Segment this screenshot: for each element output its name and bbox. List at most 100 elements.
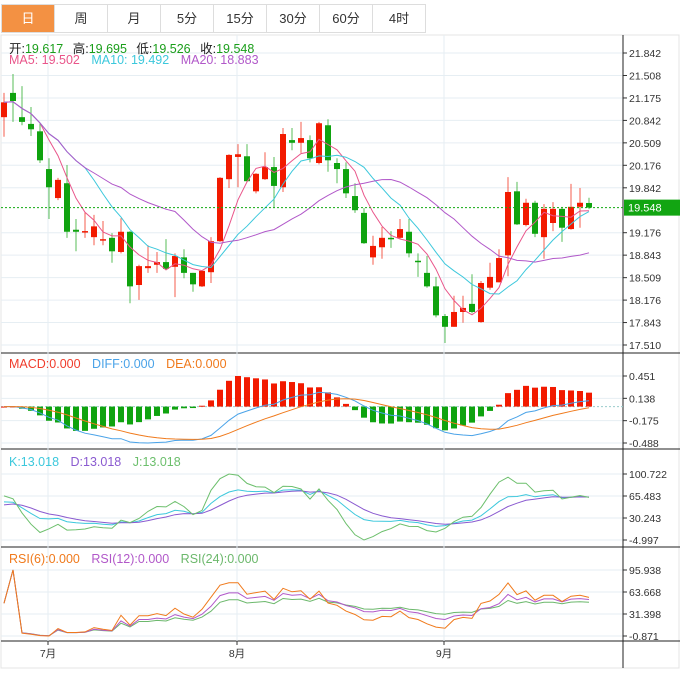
axis-tick-label: 17.510 <box>629 340 661 352</box>
macd-bar-positive <box>523 385 529 407</box>
candle-down <box>559 208 565 228</box>
candle-down <box>28 123 34 130</box>
macd-bar-negative <box>460 406 466 426</box>
candle-up <box>505 191 511 256</box>
axis-tick-label: 20.842 <box>629 115 661 127</box>
candle-down <box>469 303 475 312</box>
candle-up <box>298 138 304 143</box>
candle-up <box>262 167 268 180</box>
macd-bar-negative <box>469 406 475 423</box>
candle-down <box>37 131 43 161</box>
macd-bar-negative <box>478 406 484 417</box>
candle-up <box>91 226 97 238</box>
macd-bar-negative <box>487 406 493 411</box>
axis-tick-label: 20.509 <box>629 138 661 150</box>
candle-down <box>388 237 394 240</box>
axis-tick-label: 19.176 <box>629 228 661 240</box>
candle-up <box>451 311 457 327</box>
macd-bar-negative <box>361 406 367 418</box>
candle-up <box>235 154 241 157</box>
candle-up <box>226 154 232 180</box>
candle-up <box>397 229 403 238</box>
macd-bar-negative <box>451 406 457 429</box>
macd-bar-negative <box>442 406 448 431</box>
candle-down <box>19 117 25 122</box>
candle-up <box>370 245 376 258</box>
candle-up <box>82 231 88 233</box>
candle-down <box>406 231 412 254</box>
macd-bar-positive <box>280 381 286 407</box>
candle-down <box>10 92 16 101</box>
candle-up <box>253 173 259 192</box>
macd-bar-positive <box>505 393 511 407</box>
rsi6-value: RSI(6):0.000 <box>9 552 80 566</box>
macd-bar-negative <box>163 406 169 414</box>
macd-bar-positive <box>559 390 565 407</box>
macd-bar-negative <box>145 406 151 420</box>
macd-bar-positive <box>316 387 322 407</box>
macd-bar-positive <box>244 377 250 407</box>
macd-bar-positive <box>550 386 556 407</box>
macd-bar-positive <box>208 400 214 407</box>
macd-bar-positive <box>514 389 520 407</box>
macd-bar-negative <box>127 406 133 425</box>
axis-tick-label: 21.508 <box>629 71 661 83</box>
macd-bar-positive <box>253 378 259 407</box>
macd-bar-negative <box>91 406 97 429</box>
macd-bar-negative <box>82 406 88 431</box>
dea-value: DEA:0.000 <box>166 357 227 371</box>
macd-bar-negative <box>118 406 124 423</box>
ma20-line <box>3 101 590 263</box>
current-price-label: 19.548 <box>628 203 662 215</box>
axis-tick-label: 30.243 <box>629 513 661 525</box>
ma5-line <box>3 101 590 316</box>
macd-bar-negative <box>64 406 70 429</box>
macd-bar-negative <box>100 406 106 428</box>
ma20-legend: MA20: 18.883 <box>180 53 259 67</box>
axis-tick-label: 63.668 <box>629 587 661 599</box>
axis-tick-label: 0.138 <box>629 393 655 405</box>
kdj-legend: K:13.018 D:13.018 J:13.018 <box>9 455 189 469</box>
macd-bar-positive <box>577 391 583 407</box>
candle-up <box>1 102 7 118</box>
candle-down <box>361 212 367 244</box>
axis-tick-label: 18.176 <box>629 295 661 307</box>
candle-up <box>379 237 385 248</box>
candle-up <box>487 276 493 288</box>
chart-frame <box>0 34 680 669</box>
candle-up <box>217 177 223 242</box>
candle-up <box>145 266 151 269</box>
macd-bar-positive <box>226 380 232 407</box>
rsi24-value: RSI(24):0.000 <box>180 552 259 566</box>
axis-tick-label: 65.483 <box>629 491 661 503</box>
macd-bar-positive <box>199 405 205 407</box>
axis-tick-label: 0.451 <box>629 371 655 383</box>
kline-chart[interactable]: 21.842 21.508 21.175 20.842 20.509 20.176 19.8… <box>0 0 680 683</box>
ma5-legend: MA5: 19.502 <box>9 53 80 67</box>
macd-bar-negative <box>154 406 160 416</box>
macd-bar-negative <box>352 406 358 411</box>
macd-bar-negative <box>109 406 115 427</box>
rsi12-value: RSI(12):0.000 <box>91 552 170 566</box>
macd-bar-negative <box>46 406 52 421</box>
macd-bar-positive <box>289 382 295 407</box>
diff-value: DIFF:0.000 <box>92 357 155 371</box>
candle-up <box>496 258 502 283</box>
rsi6-line <box>3 569 590 637</box>
axis-tick-label: 18.843 <box>629 250 661 262</box>
axis-tick-label: -0.175 <box>629 416 659 428</box>
macd-bar-positive <box>235 376 241 407</box>
candle-up <box>523 202 529 226</box>
candle-down <box>433 286 439 316</box>
axis-tick-label: 31.398 <box>629 609 661 621</box>
macd-bar-negative <box>136 406 142 423</box>
axis-tick-label: 21.842 <box>629 48 661 60</box>
candle-up <box>100 239 106 241</box>
candle-down <box>415 260 421 263</box>
candle-down <box>334 163 340 170</box>
axis-tick-label: -4.997 <box>629 535 659 547</box>
macd-bar-positive <box>541 386 547 407</box>
macd-bar-negative <box>190 406 196 409</box>
candle-down <box>190 272 196 285</box>
candle-down <box>46 169 52 188</box>
